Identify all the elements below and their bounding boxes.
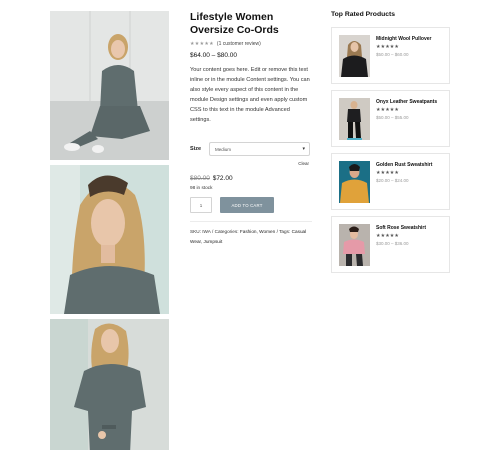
size-variation-row: Size Medium ▾ bbox=[190, 142, 310, 156]
add-to-cart-button[interactable]: ADD TO CART bbox=[220, 197, 274, 213]
sku-categories-text: SKU: IWA / Categories: bbox=[190, 229, 239, 234]
product-name-link[interactable]: Midnight Wool Pullover bbox=[376, 36, 450, 43]
product-photo-portrait[interactable] bbox=[50, 165, 169, 314]
top-rated-item[interactable]: Midnight Wool Pullover ★★★★★ $50.00 – $6… bbox=[331, 27, 450, 84]
separator: , bbox=[200, 239, 203, 244]
old-price: $80.00 bbox=[190, 175, 210, 182]
rating-stars-icon: ★★★★★ bbox=[376, 233, 400, 239]
product-name-link[interactable]: Golden Rust Sweatshirt bbox=[376, 162, 450, 169]
product-thumbnail[interactable] bbox=[339, 224, 370, 266]
product-price: $30.00 – $36.00 bbox=[376, 240, 409, 246]
review-link[interactable]: (1 customer review) bbox=[217, 41, 261, 47]
rating-stars-icon: ★★★★★ bbox=[190, 41, 214, 47]
product-price: $20.00 – $24.00 bbox=[376, 177, 409, 183]
size-label: Size bbox=[190, 146, 202, 152]
category-link-women[interactable]: Women bbox=[259, 229, 275, 234]
top-rated-item[interactable]: Golden Rust Sweatshirt ★★★★★ $20.00 – $2… bbox=[331, 153, 450, 210]
product-description: Your content goes here. Edit or remove t… bbox=[190, 67, 310, 123]
product-name-link[interactable]: Onyx Leather Sweatpants bbox=[376, 99, 450, 106]
tags-text: / Tags: bbox=[276, 229, 291, 234]
sidebar-title: Top Rated Products bbox=[331, 11, 396, 18]
product-meta: SKU: IWA / Categories: Fashion, Women / … bbox=[190, 227, 314, 247]
product-name-link[interactable]: Soft Rose Sweatshirt bbox=[376, 225, 450, 232]
size-select[interactable]: Medium ▾ bbox=[209, 142, 310, 156]
product-rating: ★★★★★ (1 customer review) bbox=[190, 41, 312, 47]
chevron-down-icon: ▾ bbox=[302, 146, 305, 152]
separator: , bbox=[256, 229, 258, 234]
quantity-input[interactable]: 1 bbox=[190, 197, 212, 213]
rating-stars-icon: ★★★★★ bbox=[376, 170, 400, 176]
category-link-fashion[interactable]: Fashion bbox=[240, 229, 257, 234]
product-thumbnail[interactable] bbox=[339, 161, 370, 203]
meta-divider bbox=[190, 221, 312, 222]
product-title: Lifestyle Women Oversize Co-Ords bbox=[190, 11, 279, 36]
product-photo-sitting[interactable] bbox=[50, 11, 169, 160]
product-summary: Lifestyle Women Oversize Co-Ords ★★★★★ (… bbox=[190, 11, 312, 244]
price-range: $64.00 – $80.00 bbox=[190, 52, 237, 59]
rating-stars-icon: ★★★★★ bbox=[376, 44, 400, 50]
top-rated-sidebar: Top Rated Products Midnight Wool Pullove… bbox=[331, 11, 452, 273]
product-gallery bbox=[50, 11, 169, 450]
sale-price: $72.00 bbox=[212, 175, 233, 182]
clear-variations-link[interactable]: Clear bbox=[298, 161, 309, 166]
product-price: $50.00 – $60.00 bbox=[376, 51, 409, 57]
product-price: $50.00 – $55.00 bbox=[376, 114, 409, 120]
product-photo-standing[interactable] bbox=[50, 319, 169, 450]
tag-link-jumpsuit[interactable]: Jumpsuit bbox=[203, 239, 222, 244]
top-rated-item[interactable]: Onyx Leather Sweatpants ★★★★★ $50.00 – $… bbox=[331, 90, 450, 147]
size-selected-value: Medium bbox=[215, 146, 232, 152]
rating-stars-icon: ★★★★★ bbox=[376, 107, 400, 113]
top-rated-item[interactable]: Soft Rose Sweatshirt ★★★★★ $30.00 – $36.… bbox=[331, 216, 450, 273]
variation-price: $80.00 $72.00 bbox=[190, 175, 233, 182]
product-thumbnail[interactable] bbox=[339, 98, 370, 140]
stock-status: 98 in stock bbox=[190, 185, 213, 190]
product-thumbnail[interactable] bbox=[339, 35, 370, 77]
